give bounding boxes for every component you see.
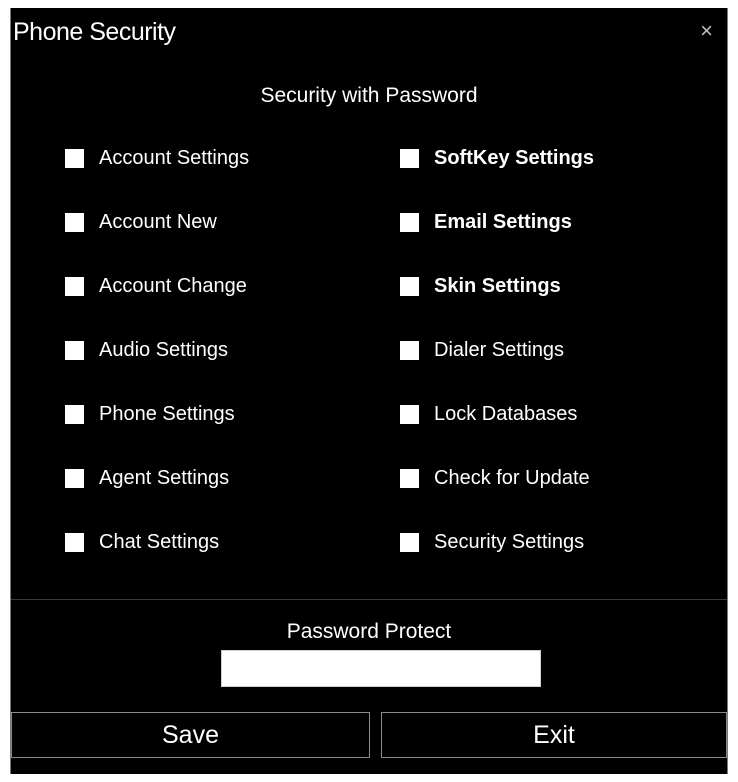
checkbox-phone-settings[interactable]: Phone Settings <box>65 403 235 426</box>
checkbox-softkey-settings[interactable]: SoftKey Settings <box>400 147 594 170</box>
checkbox-security-settings[interactable]: Security Settings <box>400 531 584 554</box>
section-divider <box>11 599 727 600</box>
checkbox-skin-settings[interactable]: Skin Settings <box>400 275 561 298</box>
title-bar: Phone Security × <box>11 8 727 60</box>
checkbox-label: Dialer Settings <box>434 339 565 361</box>
checkbox-label: Skin Settings <box>434 275 561 297</box>
checkbox-email-settings[interactable]: Email Settings <box>400 211 572 234</box>
checkbox-box[interactable] <box>400 149 419 168</box>
close-icon[interactable]: × <box>700 18 713 44</box>
checkbox-dialer-settings[interactable]: Dialer Settings <box>400 339 564 362</box>
checkbox-box[interactable] <box>65 469 84 488</box>
checkbox-box[interactable] <box>400 277 419 296</box>
password-label: Password Protect <box>286 620 452 643</box>
checkbox-box[interactable] <box>65 533 84 552</box>
checkbox-box[interactable] <box>400 469 419 488</box>
phone-security-window: Phone Security × Security with Password … <box>10 8 728 774</box>
checkbox-chat-settings[interactable]: Chat Settings <box>65 531 219 554</box>
exit-button[interactable]: Exit <box>381 712 727 758</box>
checkbox-account-new[interactable]: Account New <box>65 211 217 234</box>
checkbox-box[interactable] <box>400 533 419 552</box>
checkbox-account-change[interactable]: Account Change <box>65 275 247 298</box>
checkbox-box[interactable] <box>65 405 84 424</box>
window-title: Phone Security <box>13 18 176 46</box>
checkbox-box[interactable] <box>65 341 84 360</box>
checkbox-label: Security Settings <box>434 531 585 553</box>
checkbox-box[interactable] <box>400 405 419 424</box>
checkbox-audio-settings[interactable]: Audio Settings <box>65 339 228 362</box>
checkbox-label: Audio Settings <box>99 339 228 361</box>
save-button[interactable]: Save <box>11 712 370 758</box>
checkbox-label: Email Settings <box>434 211 572 233</box>
checkbox-agent-settings[interactable]: Agent Settings <box>65 467 229 490</box>
checkbox-label: Check for Update <box>434 467 590 489</box>
checkbox-check-for-update[interactable]: Check for Update <box>400 467 590 490</box>
checkbox-label: Account Change <box>99 275 247 297</box>
checkbox-box[interactable] <box>400 341 419 360</box>
checkbox-label: Account New <box>99 211 217 233</box>
checkbox-label: Lock Databases <box>434 403 578 425</box>
checkbox-label: Account Settings <box>99 147 250 169</box>
checkbox-box[interactable] <box>65 213 84 232</box>
checkbox-box[interactable] <box>400 213 419 232</box>
checkbox-box[interactable] <box>65 277 84 296</box>
checkbox-box[interactable] <box>65 149 84 168</box>
checkbox-label: SoftKey Settings <box>434 147 595 169</box>
password-input[interactable] <box>221 650 541 687</box>
checkbox-lock-databases[interactable]: Lock Databases <box>400 403 577 426</box>
checkbox-account-settings[interactable]: Account Settings <box>65 147 249 170</box>
checkbox-label: Agent Settings <box>99 467 230 489</box>
section-heading: Security with Password <box>260 84 478 107</box>
checkbox-label: Chat Settings <box>99 531 220 553</box>
checkbox-label: Phone Settings <box>99 403 235 425</box>
